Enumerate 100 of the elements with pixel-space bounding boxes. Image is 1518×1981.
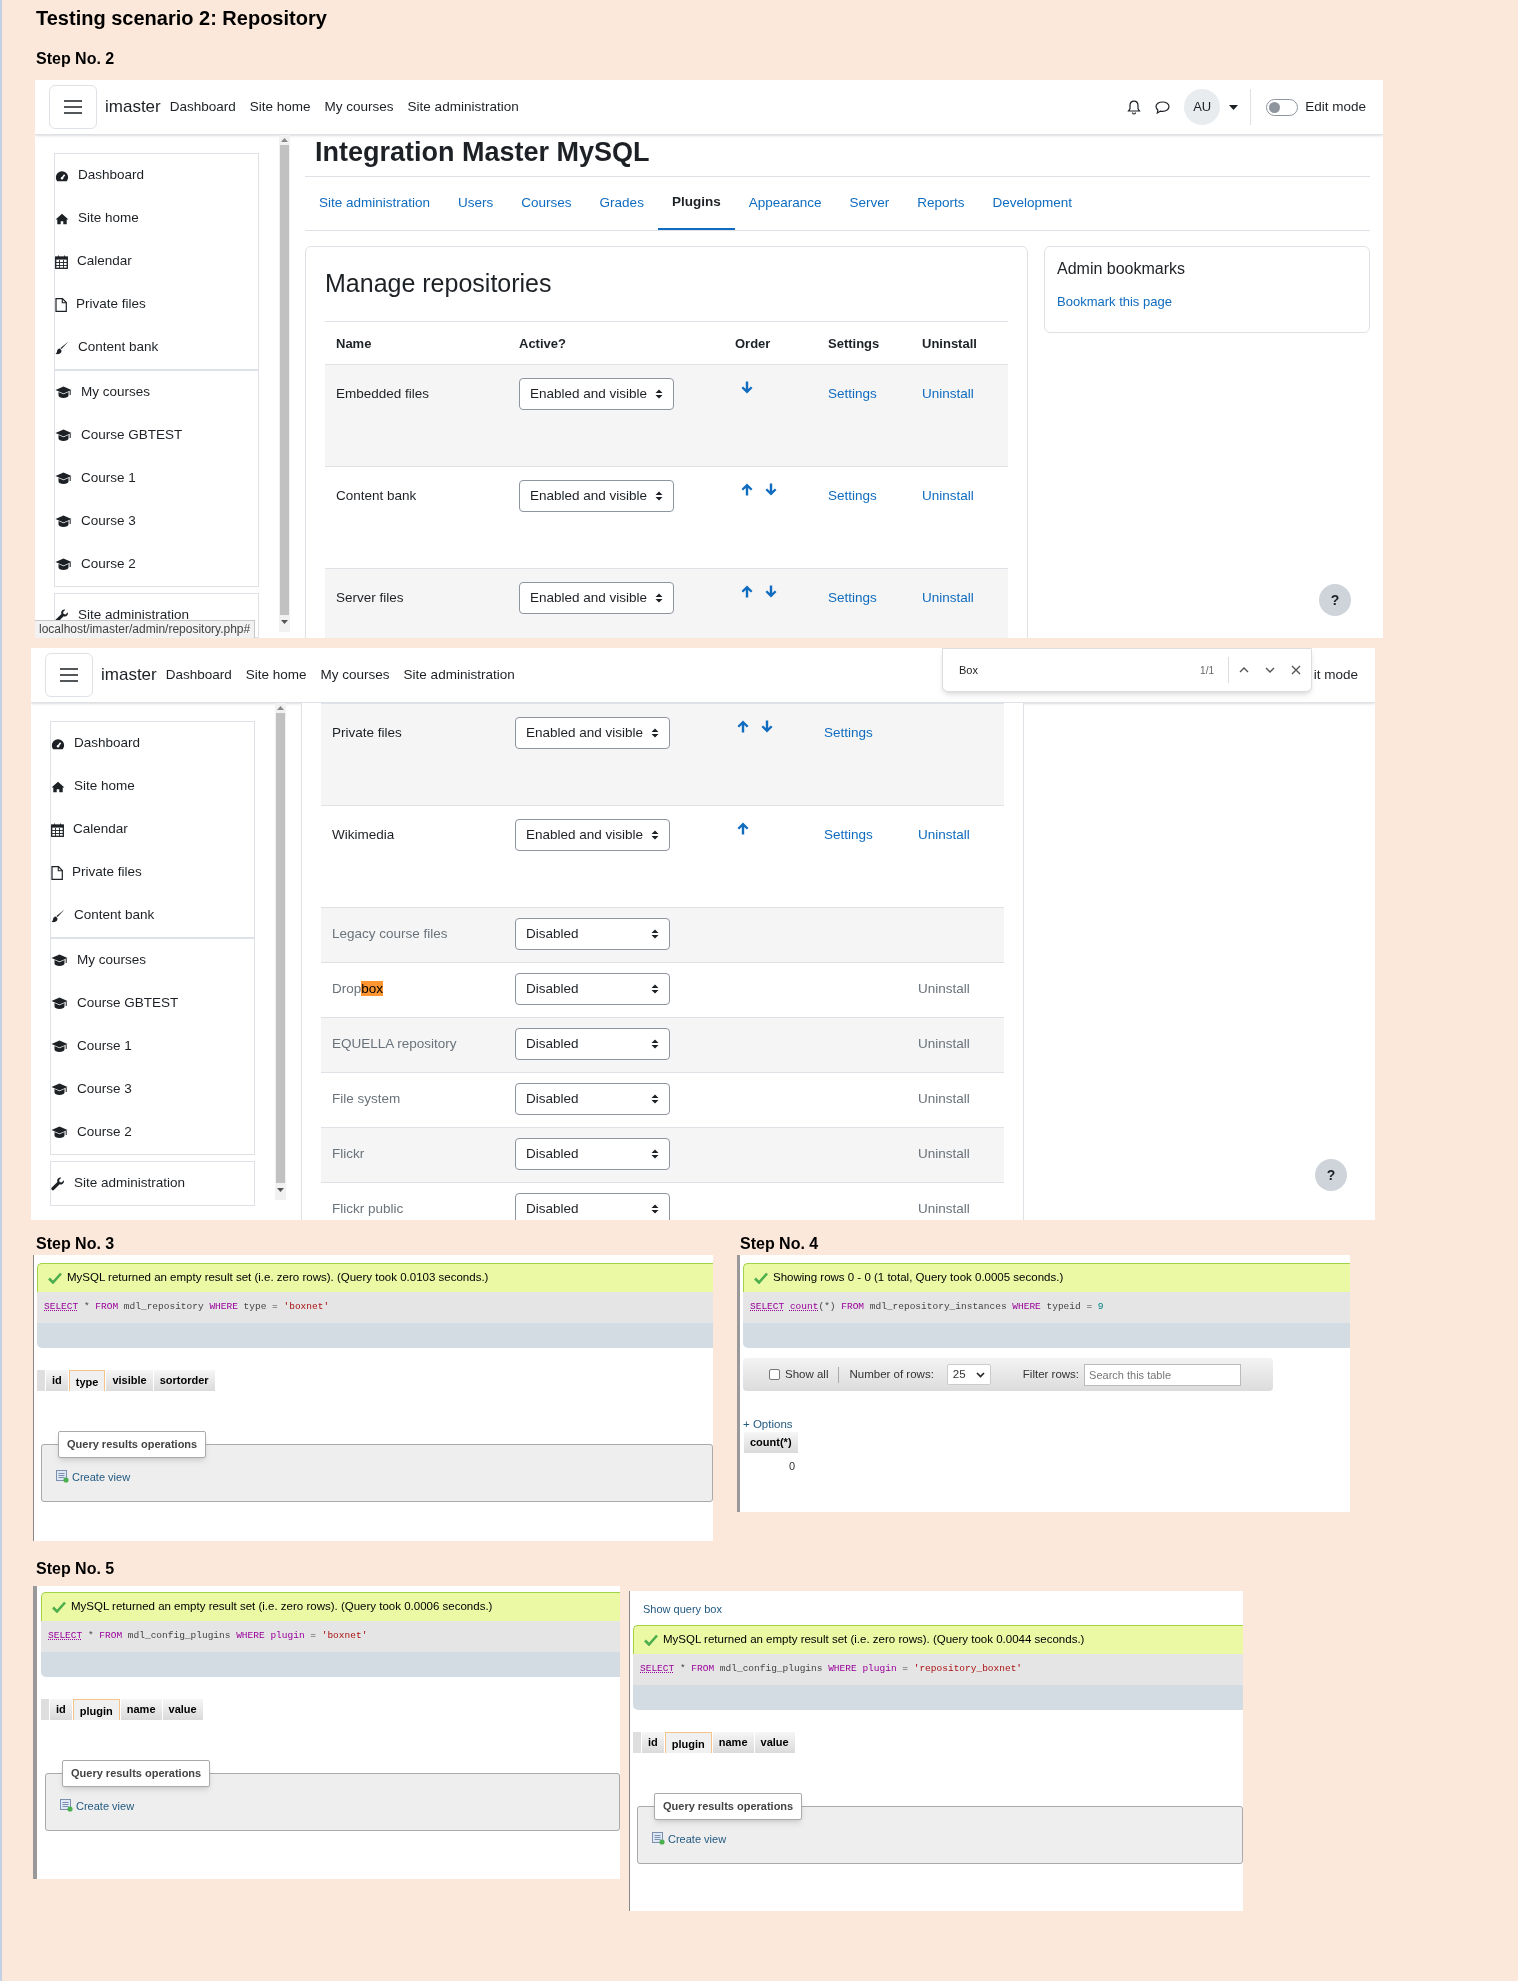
status-select[interactable]: Enabled and visible	[515, 717, 670, 749]
arrow-up-icon[interactable]	[737, 720, 749, 733]
options-link[interactable]: + Options	[743, 1417, 1350, 1431]
sidebar-item[interactable]: Course 3	[51, 1068, 254, 1111]
sidebar-item[interactable]: Course 1	[55, 457, 258, 500]
create-view-link[interactable]: Create view	[60, 1797, 605, 1814]
scroll-up-icon[interactable]	[277, 706, 284, 710]
chevron-down-icon[interactable]	[1265, 667, 1275, 673]
scroll-up-icon[interactable]	[281, 138, 288, 142]
uninstall-link[interactable]: Uninstall	[922, 590, 974, 605]
find-input[interactable]: Box	[959, 661, 1201, 679]
chat-bubble-icon[interactable]	[1155, 100, 1171, 114]
nav-link[interactable]: My courses	[320, 664, 390, 686]
sidebar-item[interactable]: Course 2	[51, 1111, 254, 1154]
nav-link[interactable]: Dashboard	[165, 664, 232, 686]
caret-down-icon[interactable]	[1229, 104, 1239, 110]
edit-mode-toggle[interactable]	[1266, 98, 1299, 116]
help-button[interactable]: ?	[1319, 584, 1351, 616]
column-header[interactable]: name	[120, 1699, 162, 1720]
column-header[interactable]: value	[754, 1732, 795, 1753]
scroll-down-icon[interactable]	[277, 1188, 284, 1192]
nav-link[interactable]: My courses	[324, 96, 394, 118]
arrow-down-icon[interactable]	[765, 585, 777, 598]
nav-link[interactable]: Site home	[249, 96, 311, 118]
sidebar-item[interactable]: Course GBTEST	[51, 982, 254, 1025]
show-all-checkbox[interactable]	[769, 1369, 780, 1380]
column-header[interactable]: plugin	[72, 1699, 120, 1720]
scrollbar-thumb[interactable]	[280, 145, 289, 615]
nav-tab[interactable]: Site administration	[305, 177, 445, 230]
sidebar-item[interactable]: Calendar	[55, 240, 258, 283]
nav-link[interactable]: Site administration	[403, 664, 515, 686]
sidebar-item[interactable]: Content bank	[55, 326, 258, 369]
sidebar-item[interactable]: Site home	[51, 765, 254, 808]
uninstall-link[interactable]: Uninstall	[918, 1201, 970, 1216]
close-icon[interactable]	[1291, 665, 1301, 675]
settings-link[interactable]: Settings	[828, 590, 877, 605]
uninstall-link[interactable]: Uninstall	[918, 1146, 970, 1161]
column-header[interactable]: sortorder	[153, 1370, 215, 1391]
column-header[interactable]: visible	[106, 1370, 153, 1391]
sidebar-item[interactable]: Course 3	[55, 500, 258, 543]
column-header[interactable]: type	[68, 1370, 106, 1391]
settings-link[interactable]: Settings	[824, 725, 873, 740]
uninstall-link[interactable]: Uninstall	[922, 488, 974, 503]
nav-tab[interactable]: Users	[444, 177, 508, 230]
arrow-up-icon[interactable]	[741, 585, 753, 598]
status-select[interactable]: Disabled	[515, 973, 670, 1005]
uninstall-link[interactable]: Uninstall	[922, 386, 974, 401]
arrow-down-icon[interactable]	[761, 720, 773, 733]
nav-tab[interactable]: Plugins	[657, 177, 735, 230]
uninstall-link[interactable]: Uninstall	[918, 827, 970, 842]
nav-tab[interactable]: Server	[835, 177, 904, 230]
scroll-down-icon[interactable]	[281, 620, 288, 624]
uninstall-link[interactable]: Uninstall	[918, 981, 970, 996]
sidebar-item[interactable]: My courses	[51, 939, 254, 982]
status-select[interactable]: Enabled and visible	[519, 582, 674, 614]
sidebar-item[interactable]: Course 1	[51, 1025, 254, 1068]
column-header[interactable]: id	[642, 1732, 664, 1753]
settings-link[interactable]: Settings	[824, 827, 873, 842]
status-select[interactable]: Disabled	[515, 1028, 670, 1060]
create-view-link[interactable]: Create view	[652, 1830, 1228, 1847]
filter-input[interactable]: Search this table	[1084, 1363, 1242, 1386]
user-avatar[interactable]: AU	[1184, 89, 1221, 125]
nav-link[interactable]: Site home	[245, 664, 307, 686]
create-view-link[interactable]: Create view	[56, 1468, 698, 1485]
nav-tab[interactable]: Development	[978, 177, 1087, 230]
column-header[interactable]: plugin	[664, 1732, 712, 1753]
status-select[interactable]: Enabled and visible	[519, 378, 674, 410]
column-header[interactable]: count(*)	[744, 1432, 798, 1453]
sidebar-item[interactable]: My courses	[55, 371, 258, 414]
chevron-up-icon[interactable]	[1239, 667, 1249, 673]
column-header[interactable]: value	[162, 1699, 203, 1720]
site-name[interactable]: imaster	[105, 94, 161, 120]
nav-tab[interactable]: Grades	[585, 177, 658, 230]
sidebar-item[interactable]: Course 2	[55, 543, 258, 586]
status-select[interactable]: Enabled and visible	[515, 819, 670, 851]
status-select[interactable]: Disabled	[515, 1083, 670, 1115]
column-header[interactable]: id	[50, 1699, 72, 1720]
nav-link[interactable]: Site administration	[407, 96, 519, 118]
settings-link[interactable]: Settings	[828, 386, 877, 401]
arrow-up-icon[interactable]	[741, 483, 753, 496]
sidebar-item[interactable]: Site home	[55, 197, 258, 240]
nav-tab[interactable]: Reports	[903, 177, 979, 230]
sidebar-item[interactable]: Course GBTEST	[55, 414, 258, 457]
sidebar-item[interactable]: Private files	[51, 851, 254, 894]
menu-button[interactable]	[49, 85, 97, 129]
sidebar-item[interactable]: Dashboard	[55, 154, 258, 197]
sidebar-item[interactable]: Content bank	[51, 894, 254, 937]
nav-tab[interactable]: Courses	[507, 177, 586, 230]
settings-link[interactable]: Settings	[828, 488, 877, 503]
arrow-down-icon[interactable]	[741, 381, 753, 394]
column-header[interactable]: id	[46, 1370, 68, 1391]
column-header[interactable]: name	[712, 1732, 754, 1753]
status-select[interactable]: Disabled	[515, 1193, 670, 1220]
sidebar-item[interactable]: Dashboard	[51, 722, 254, 765]
status-select[interactable]: Disabled	[515, 1138, 670, 1170]
nav-tab[interactable]: Appearance	[734, 177, 836, 230]
bell-icon[interactable]	[1127, 99, 1142, 115]
sidebar-item[interactable]: Calendar	[51, 808, 254, 851]
nav-link[interactable]: Dashboard	[169, 96, 236, 118]
sidebar-item[interactable]: Private files	[55, 283, 258, 326]
